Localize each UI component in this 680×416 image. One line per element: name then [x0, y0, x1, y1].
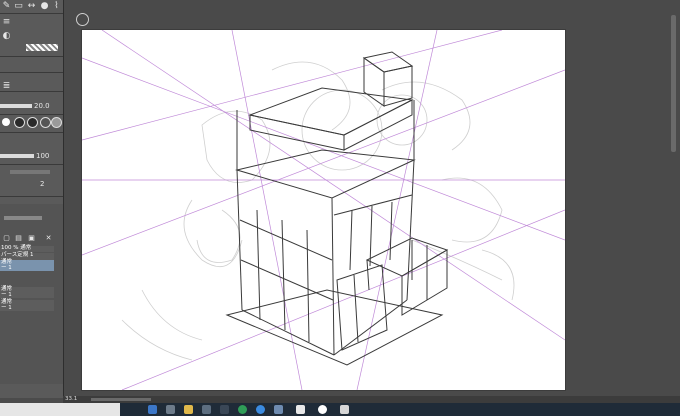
brush-tip-5[interactable]	[51, 117, 62, 128]
transparency-swatch[interactable]	[26, 44, 58, 51]
select-tool-icon[interactable]: ▭	[14, 2, 23, 11]
horizontal-scrollbar[interactable]	[91, 398, 151, 401]
zoom-level[interactable]: 33.1	[65, 396, 77, 403]
pen-tool-icon[interactable]: ✎	[2, 2, 11, 11]
layer-row[interactable]: 通常 ー 1	[0, 299, 54, 311]
layer-row[interactable]: 通常 ー 1	[0, 286, 54, 298]
search-icon[interactable]	[148, 405, 157, 414]
brush-size-slider[interactable]	[0, 104, 32, 108]
chat-icon[interactable]	[274, 405, 283, 414]
taskbar-left	[0, 403, 120, 416]
building-sketch	[225, 51, 449, 366]
menu-icon[interactable]: ≣	[2, 82, 11, 91]
brush-tip-3[interactable]	[27, 117, 38, 128]
brush-tip-1[interactable]	[2, 118, 10, 126]
gear-icon[interactable]: ◐	[2, 32, 11, 41]
notes-icon[interactable]	[340, 405, 349, 414]
speech-icon[interactable]	[318, 405, 327, 414]
layer-detail: ー 1	[1, 291, 12, 298]
layer-folder-icon[interactable]: ▤	[14, 234, 23, 243]
fill-tool-icon[interactable]: ●	[40, 2, 49, 11]
folder-icon[interactable]	[184, 405, 193, 414]
underlay-sketch	[121, 61, 515, 361]
artboard[interactable]	[82, 30, 565, 390]
rotate-canvas-icon[interactable]	[76, 13, 89, 26]
layer-detail: ー 1	[1, 304, 12, 311]
scrollbar-thumb[interactable]	[671, 15, 676, 152]
new-layer-icon[interactable]: ▢	[2, 234, 11, 243]
left-panel: ✎ ▭ ↔ ● ⌇ ≡ ◐ ≣ 20.0 100 2 ▢ ▤ ▣ ✕ 100 %…	[0, 0, 64, 398]
vertical-scrollbar[interactable]	[668, 0, 680, 398]
brush-tip-4[interactable]	[40, 117, 51, 128]
layer-lock-icon[interactable]: ▣	[27, 234, 36, 243]
stabilization-value: 2	[40, 180, 45, 188]
app-icon[interactable]	[220, 405, 229, 414]
antialias-slider[interactable]	[10, 170, 50, 174]
task-view-icon[interactable]	[166, 405, 175, 414]
eyedropper-icon[interactable]: ⌇	[52, 2, 61, 11]
chrome-icon[interactable]	[202, 405, 211, 414]
eraser-tool-icon[interactable]: ≡	[2, 18, 11, 27]
clip-studio-icon[interactable]	[256, 405, 265, 414]
brush-tip-2[interactable]	[14, 117, 25, 128]
taskbar	[0, 403, 680, 416]
move-tool-icon[interactable]: ↔	[27, 2, 36, 11]
perspective-guides	[82, 30, 565, 390]
layer-detail: ー 1	[1, 264, 12, 271]
layer-delete-icon[interactable]: ✕	[44, 234, 53, 243]
layer-opacity-slider[interactable]	[4, 216, 42, 220]
drawing-canvas[interactable]	[82, 30, 565, 390]
layer-row[interactable]: 通常 ー 1	[0, 259, 54, 271]
opacity-value: 100	[36, 152, 50, 160]
app-icon-2[interactable]	[238, 405, 247, 414]
window-icon[interactable]	[296, 405, 305, 414]
opacity-slider[interactable]	[0, 154, 34, 158]
brush-size-value: 20.0	[34, 102, 50, 110]
status-bar: 33.1	[63, 396, 680, 403]
